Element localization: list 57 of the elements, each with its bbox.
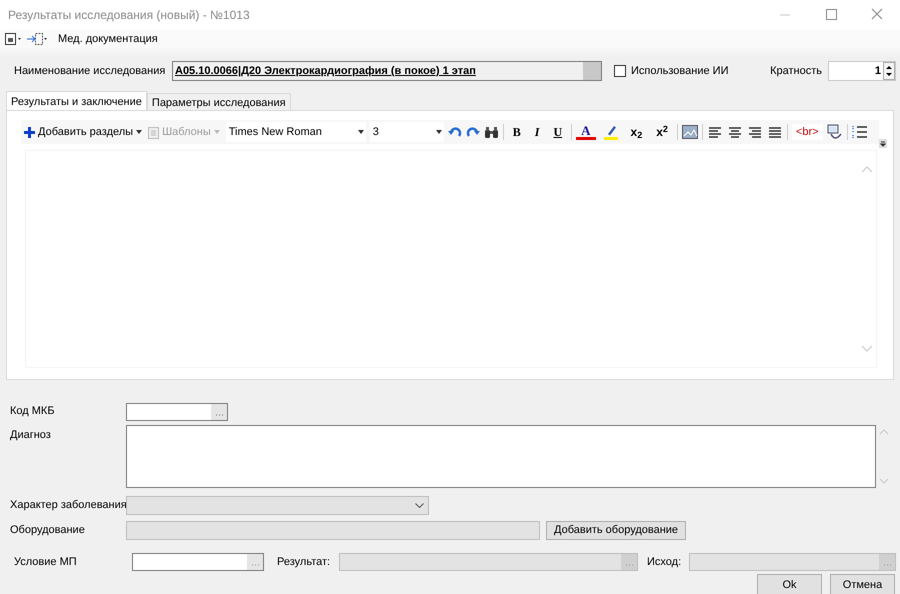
highlighter-icon[interactable]: [602, 124, 618, 140]
line-break-button[interactable]: <br>: [792, 124, 823, 140]
field-label: Исход:: [647, 554, 682, 570]
clipboard-icon: [148, 126, 160, 138]
align-right-icon[interactable]: [748, 126, 761, 138]
spin-arrows-icon[interactable]: [883, 62, 895, 80]
numbered-list-icon[interactable]: [852, 125, 868, 139]
align-center-icon[interactable]: [728, 126, 741, 138]
tab[interactable]: Результаты и заключение: [6, 91, 147, 110]
field-label: Код МКБ: [10, 404, 56, 420]
caret-icon: [434, 130, 444, 134]
ellipsis-icon[interactable]: [211, 404, 227, 420]
ellipsis-icon: [621, 554, 637, 570]
ok-button[interactable]: Ok: [757, 574, 822, 594]
justify-icon[interactable]: [768, 126, 781, 138]
icd-code-field[interactable]: [126, 402, 228, 420]
field-label: Результат:: [277, 554, 332, 570]
document-icon[interactable]: [4, 32, 22, 46]
field-label: Условие МП: [14, 554, 78, 570]
redo-icon[interactable]: [466, 125, 480, 139]
caret-icon: [356, 130, 366, 134]
menu-item[interactable]: Мед. документация: [56, 30, 160, 48]
diagnosis-field[interactable]: [126, 425, 876, 488]
window-title: Результаты исследования (новый) - №1013: [8, 7, 250, 24]
binoculars-icon[interactable]: [484, 126, 499, 138]
bold-button[interactable]: B: [508, 123, 526, 141]
checkbox-label: Использование ИИ: [631, 64, 728, 79]
field-label: Наименование исследования: [14, 64, 166, 79]
italic-button[interactable]: I: [530, 123, 544, 141]
checkbox[interactable]: [614, 65, 626, 77]
chevron-down-icon: [415, 503, 424, 508]
undo-icon[interactable]: [448, 125, 462, 139]
superscript-button[interactable]: x$^{2}$: [651, 126, 673, 138]
plus-icon: [24, 126, 35, 138]
care-condition-field[interactable]: [132, 553, 264, 571]
caret-icon: [214, 130, 220, 134]
field-label: Оборудование: [10, 523, 86, 538]
image-icon[interactable]: [682, 125, 698, 139]
font-color-button[interactable]: A: [576, 124, 596, 140]
export-icon[interactable]: [26, 32, 48, 46]
add-sections-menu[interactable]: Добавить разделы: [24, 124, 142, 140]
font-dropdown[interactable]: Times New Roman: [226, 122, 366, 142]
field-label: Характер заболевания: [10, 498, 126, 514]
number-field[interactable]: 1: [828, 61, 896, 81]
templates-menu: Шаблоны: [148, 124, 220, 140]
overflow-icon[interactable]: [879, 139, 887, 148]
study-name-field[interactable]: A05.10.0066|Д20 Электрокардиография (в покое) 1 этап: [172, 61, 602, 81]
subscript-button[interactable]: x$_{2}$: [626, 126, 648, 138]
align-left-icon[interactable]: [708, 126, 721, 138]
caret-icon: [136, 130, 142, 134]
field-label: Кратность: [770, 64, 822, 79]
size-dropdown[interactable]: 3: [370, 122, 444, 142]
ellipsis-icon: [879, 554, 895, 570]
underline-button[interactable]: U: [548, 123, 568, 141]
cancel-button[interactable]: Отмена: [830, 574, 895, 594]
field-label: Диагноз: [10, 428, 52, 443]
tab[interactable]: Параметры исследования: [146, 93, 291, 110]
